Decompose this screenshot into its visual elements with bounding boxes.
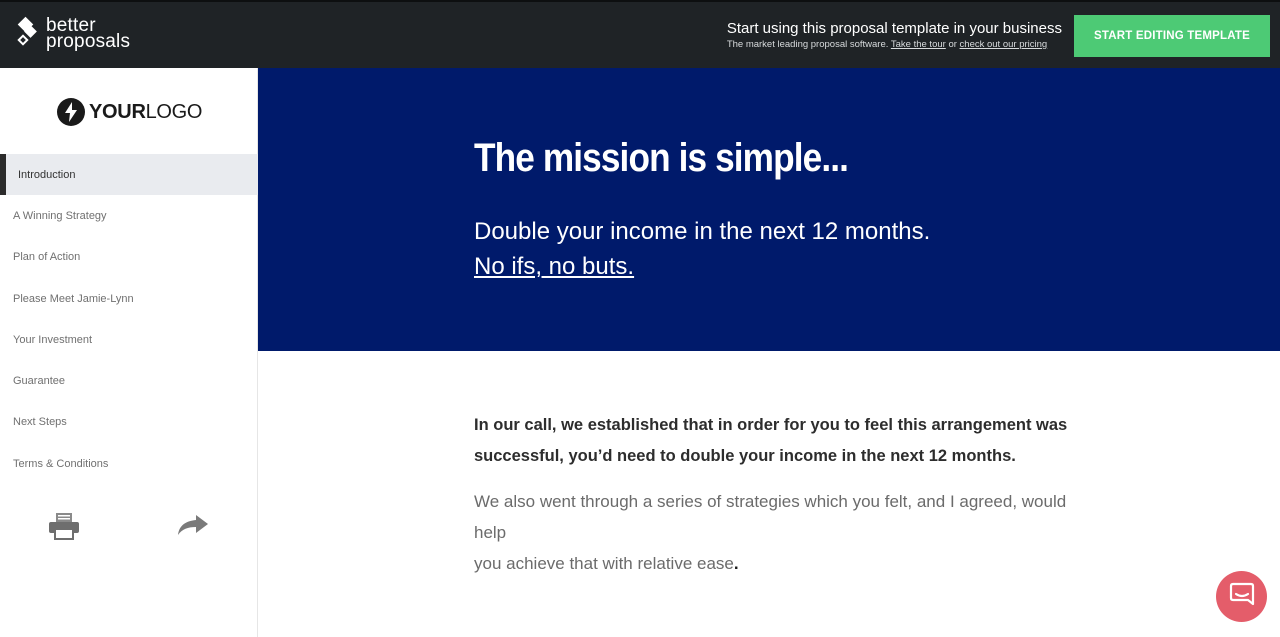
cta-block: Start using this proposal template in yo… — [727, 20, 1062, 51]
section-nav: Introduction A Winning Strategy Plan of … — [0, 154, 258, 484]
nav-item-next-steps[interactable]: Next Steps — [0, 402, 258, 443]
intro-body-paragraph: We also went through a series of strateg… — [474, 486, 1074, 579]
sidebar-actions — [0, 508, 258, 548]
nav-item-terms-conditions[interactable]: Terms & Conditions — [0, 443, 258, 484]
chat-bubble-icon — [1229, 582, 1255, 611]
hero-tagline: No ifs, no buts. — [474, 253, 635, 280]
printer-icon[interactable] — [48, 512, 80, 545]
body-line-1: We also went through a series of strateg… — [474, 492, 1067, 542]
nav-item-plan-of-action[interactable]: Plan of Action — [0, 237, 258, 278]
intro-content: In our call, we established that in orde… — [474, 410, 1074, 579]
cta-subtitle: The market leading proposal software. Ta… — [727, 39, 1062, 51]
logo-text-bold: YOUR — [89, 100, 146, 123]
pricing-link[interactable]: check out our pricing — [960, 39, 1048, 50]
top-bar: better proposals Start using this propos… — [0, 0, 1280, 68]
hero-title: The mission is simple... — [474, 136, 849, 180]
logo-text: YOURLOGO — [89, 101, 202, 124]
intro-bold-paragraph: In our call, we established that in orde… — [474, 416, 1068, 465]
share-arrow-icon[interactable] — [176, 514, 210, 543]
brand-logo[interactable]: better proposals — [16, 16, 131, 52]
nav-item-guarantee[interactable]: Guarantee — [0, 360, 258, 401]
cta-or-text: or — [948, 39, 957, 50]
hero-section: The mission is simple... Double your inc… — [258, 68, 1280, 351]
better-proposals-logo-icon — [16, 16, 40, 50]
cta-title: Start using this proposal template in yo… — [726, 20, 1062, 37]
logo-text-light: LOGO — [145, 100, 203, 123]
brand-name: better proposals — [46, 16, 131, 52]
take-tour-link[interactable]: Take the tour — [891, 39, 946, 50]
body-line-2: you achieve that with relative ease — [474, 554, 734, 573]
chat-launcher-button[interactable] — [1216, 571, 1267, 622]
nav-item-introduction[interactable]: Introduction — [0, 154, 258, 196]
body-period: . — [733, 554, 739, 573]
hero-subtitle: Double your income in the next 12 months… — [474, 218, 931, 245]
start-editing-template-button[interactable]: START EDITING TEMPLATE — [1074, 15, 1270, 57]
sidebar: YOURLOGO Introduction A Winning Strategy… — [0, 68, 258, 637]
nav-item-your-investment[interactable]: Your Investment — [0, 319, 258, 360]
lightning-bolt-icon — [57, 98, 85, 126]
nav-item-a-winning-strategy[interactable]: A Winning Strategy — [0, 195, 258, 236]
cta-sub-prefix: The market leading proposal software. — [726, 39, 889, 50]
brand-line-2: proposals — [46, 31, 131, 52]
your-logo: YOURLOGO — [57, 98, 202, 126]
nav-item-please-meet-jamie-lynn[interactable]: Please Meet Jamie-Lynn — [0, 278, 258, 319]
